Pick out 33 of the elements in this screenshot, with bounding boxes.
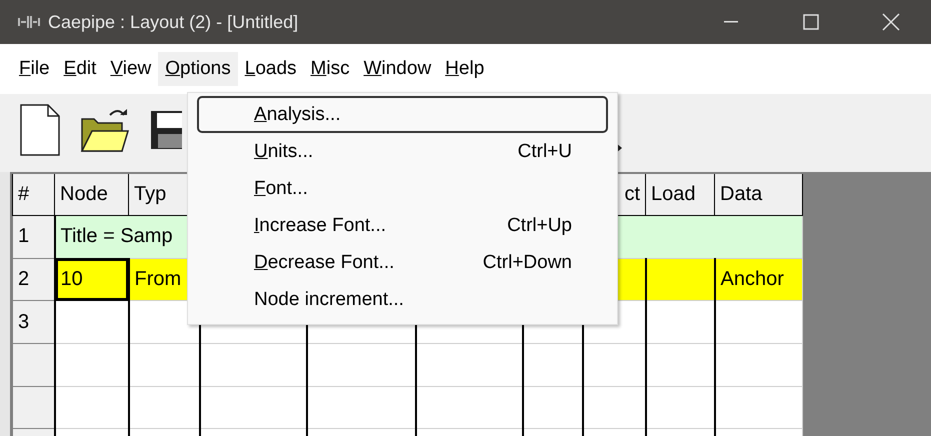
menu-item[interactable]: Edit: [56, 52, 104, 86]
table-cell[interactable]: [646, 258, 714, 301]
open-folder-icon[interactable]: [80, 107, 130, 153]
shortcut-label: Ctrl+Down: [482, 252, 572, 274]
menu-item[interactable]: Units... Ctrl+U: [197, 133, 608, 170]
menu-item[interactable]: Decrease Font... Ctrl+Down: [197, 244, 608, 281]
menu-item[interactable]: Window: [356, 52, 438, 86]
menu-item[interactable]: Options: [158, 52, 238, 86]
close-icon: [882, 13, 900, 31]
table-cell[interactable]: Anchor: [714, 258, 802, 301]
menu-item[interactable]: Node increment...: [197, 281, 608, 318]
row-number: 3: [12, 300, 54, 344]
minimize-icon: [724, 21, 738, 23]
shortcut-label: Ctrl+U: [518, 140, 572, 162]
menu-item[interactable]: Misc: [304, 52, 357, 86]
column-header: Node: [54, 173, 128, 216]
column-header: Data: [714, 173, 802, 216]
menu-item[interactable]: File: [12, 52, 57, 86]
table-cell[interactable]: 10: [54, 258, 128, 301]
shortcut-label: Ctrl+Up: [507, 214, 572, 236]
column-header: Load: [646, 173, 714, 216]
menu-item[interactable]: Help: [438, 52, 492, 86]
app-icon: [18, 16, 40, 28]
menu-item[interactable]: View: [103, 52, 158, 86]
new-document-icon[interactable]: [20, 104, 60, 156]
row-header: [12, 344, 54, 386]
column-header: #: [12, 173, 54, 216]
menu-item[interactable]: Analysis...: [197, 96, 608, 133]
maximize-icon: [803, 14, 819, 30]
menu-item[interactable]: Loads: [238, 52, 304, 86]
row-number: 2: [12, 258, 54, 301]
window-title: Caepipe : Layout (2) - [Untitled]: [48, 12, 298, 32]
row-number: 1: [12, 216, 54, 258]
